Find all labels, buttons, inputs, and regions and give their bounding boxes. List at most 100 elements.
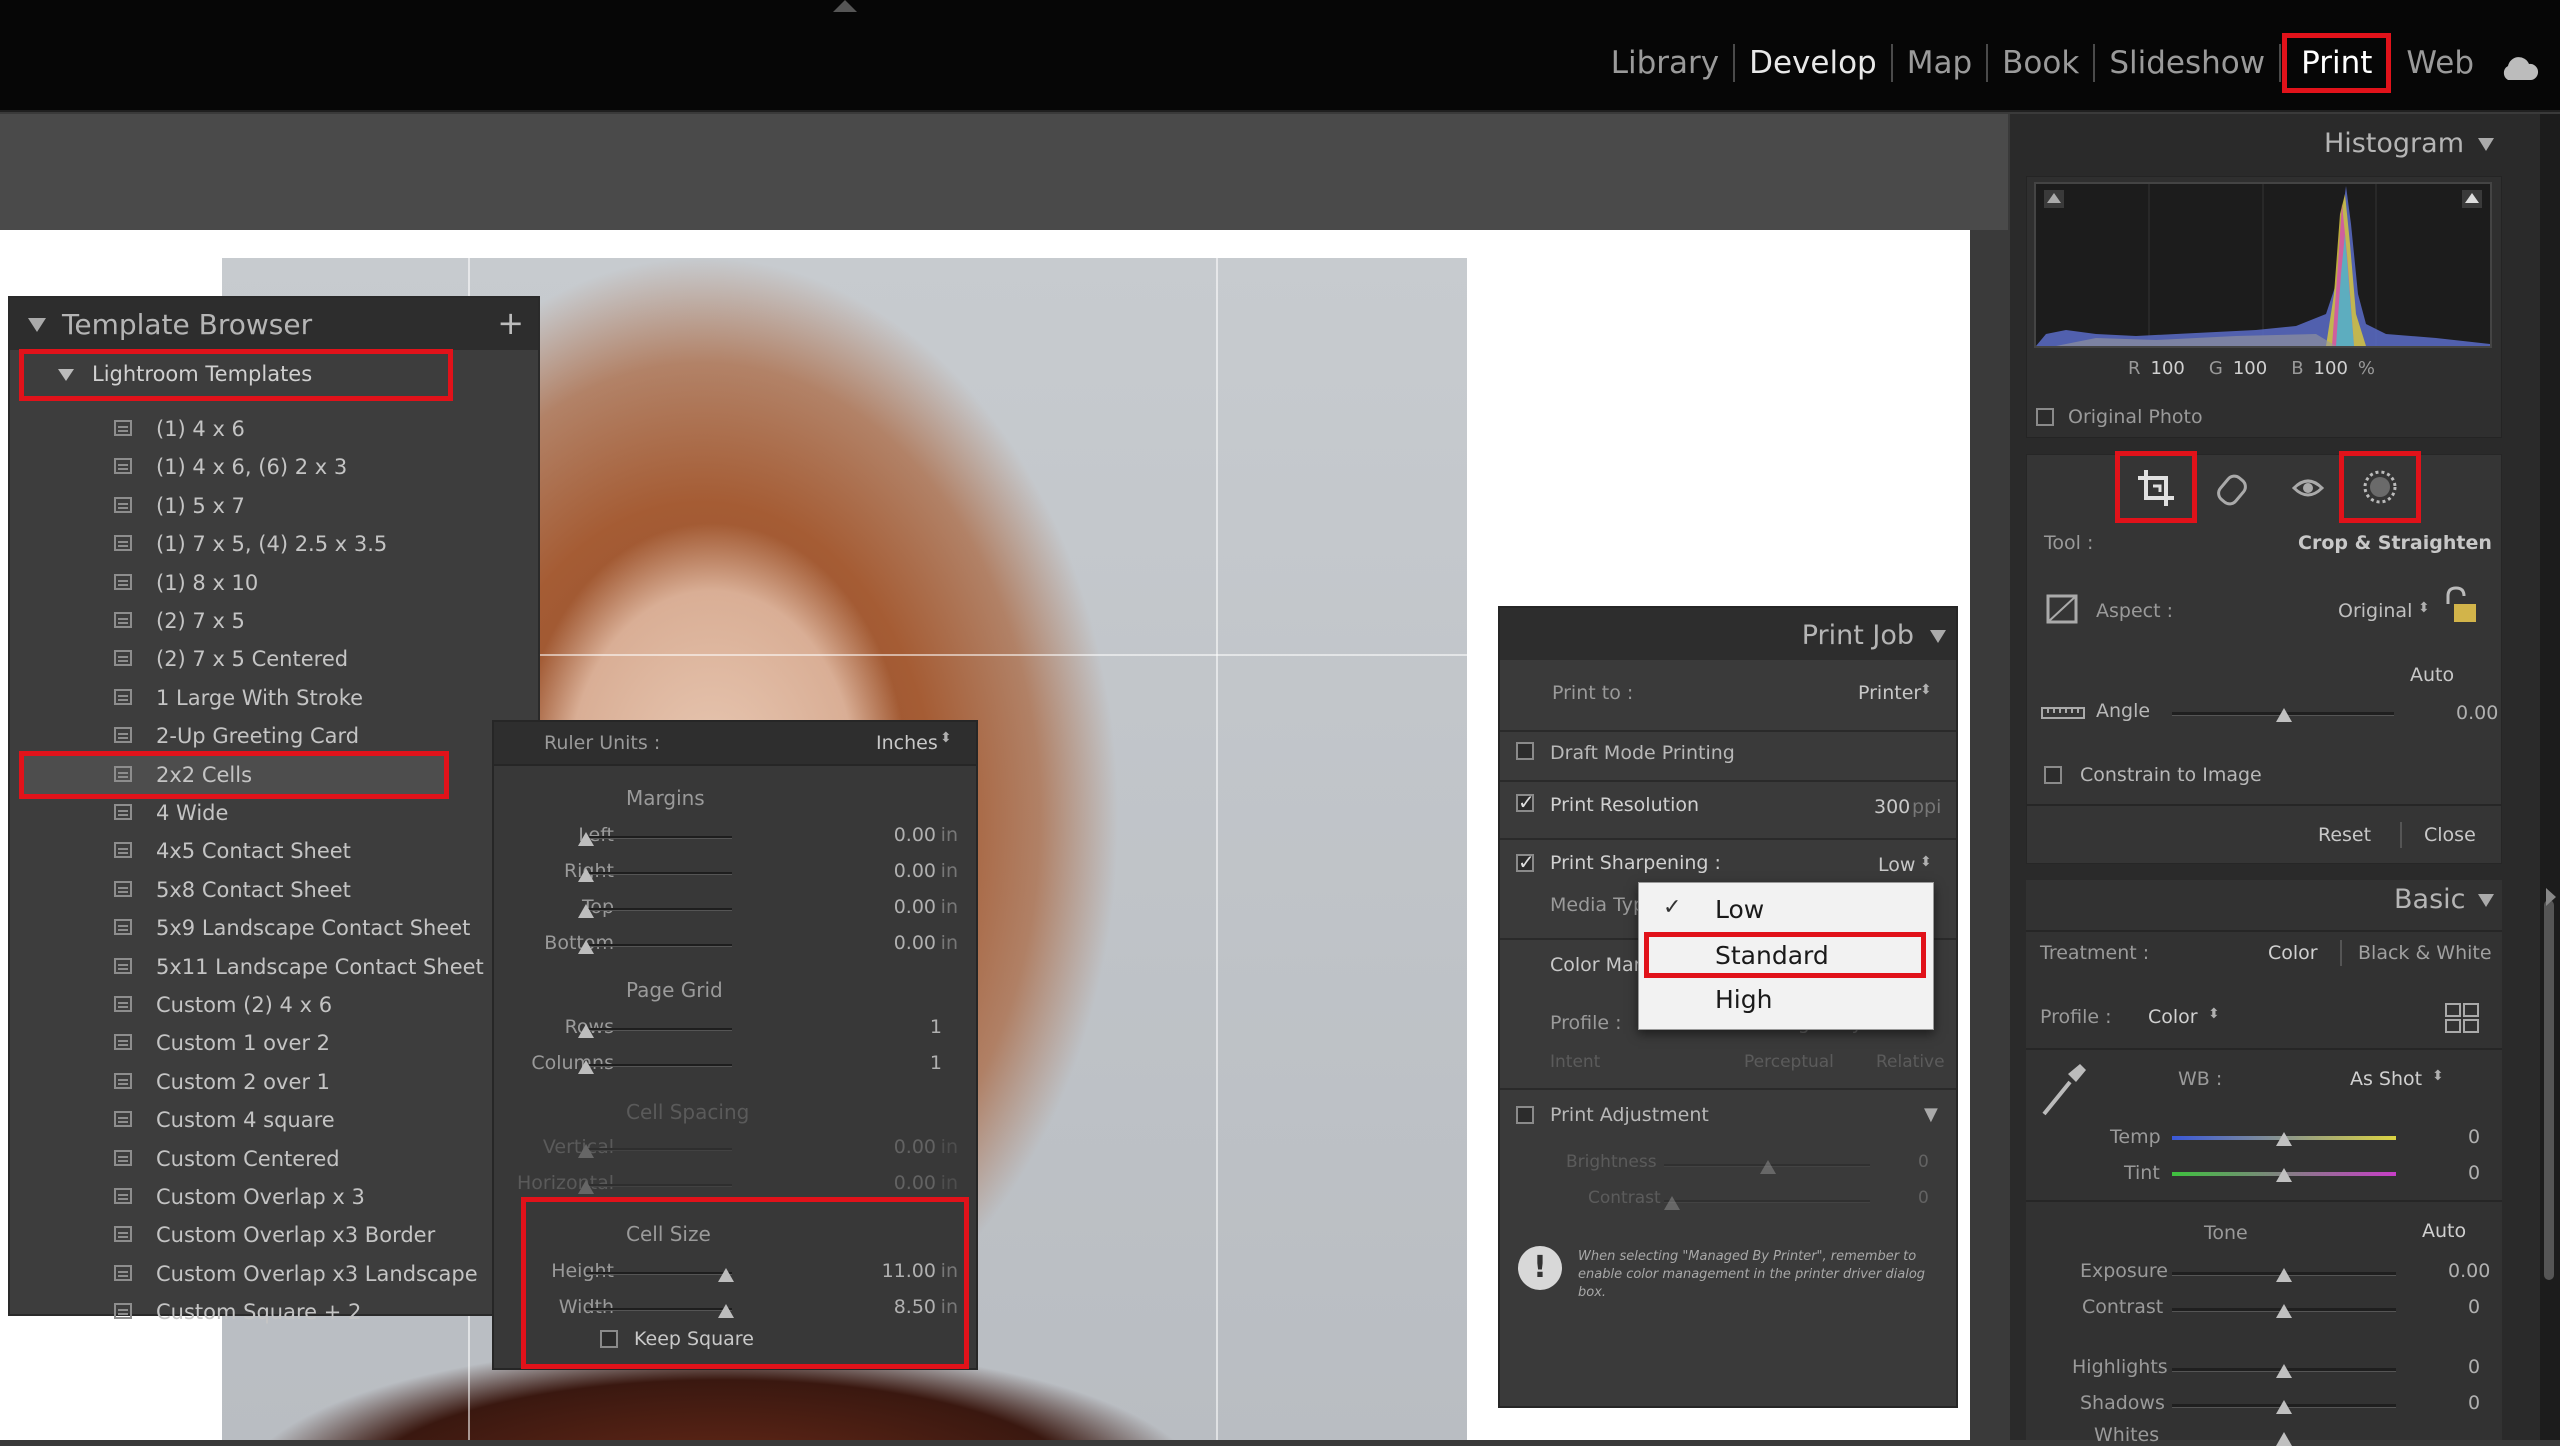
wb-eyedropper-icon[interactable] bbox=[2040, 1060, 2088, 1118]
contrast-knob[interactable] bbox=[1664, 1196, 1680, 1210]
margins-slider-knob[interactable] bbox=[578, 832, 594, 846]
intent-perceptual[interactable]: Perceptual bbox=[1744, 1052, 1834, 1072]
module-book[interactable]: Book bbox=[1988, 44, 2096, 82]
template-item[interactable]: (1) 8 x 10 bbox=[24, 564, 534, 602]
template-item[interactable]: 2-Up Greeting Card bbox=[24, 717, 534, 755]
cloud-sync-icon[interactable] bbox=[2498, 56, 2540, 82]
margins-slider[interactable] bbox=[586, 836, 732, 839]
original-photo-checkbox[interactable] bbox=[2036, 408, 2054, 426]
top-panel-toggle-arrow[interactable] bbox=[833, 0, 857, 12]
template-item[interactable]: 5x8 Contact Sheet bbox=[24, 871, 534, 909]
template-item[interactable]: 4x5 Contact Sheet bbox=[24, 832, 534, 870]
template-item[interactable]: 5x11 Landscape Contact Sheet bbox=[24, 948, 534, 986]
folder-expand-triangle-icon[interactable] bbox=[58, 369, 74, 381]
draft-mode-checkbox[interactable] bbox=[1516, 742, 1534, 760]
template-item[interactable]: Custom Overlap x 3 bbox=[24, 1178, 534, 1216]
margins-slider[interactable] bbox=[586, 944, 732, 947]
sharpening-select[interactable]: Low bbox=[1878, 854, 1915, 876]
print-resolution-checkbox[interactable] bbox=[1516, 790, 1535, 814]
margins-value[interactable]: 0.00 bbox=[894, 932, 936, 954]
margins-slider-knob[interactable] bbox=[578, 868, 594, 882]
auto-straighten-button[interactable]: Auto bbox=[2410, 664, 2454, 686]
tint-knob[interactable] bbox=[2276, 1168, 2292, 1182]
whites-knob[interactable] bbox=[2276, 1432, 2292, 1446]
dropdown-option-low[interactable]: ✓ Low bbox=[1639, 887, 1935, 931]
module-develop[interactable]: Develop bbox=[1735, 44, 1893, 82]
template-item[interactable]: (1) 7 x 5, (4) 2.5 x 3.5 bbox=[24, 525, 534, 563]
crop-overlay-tool-button[interactable] bbox=[2115, 451, 2197, 523]
template-item[interactable]: (2) 7 x 5 Centered bbox=[24, 640, 534, 678]
module-library[interactable]: Library bbox=[1597, 44, 1736, 82]
cell_size-value[interactable]: 8.50 bbox=[894, 1296, 936, 1318]
red-eye-tool-button[interactable] bbox=[2272, 456, 2344, 518]
template-item[interactable]: (1) 4 x 6, (6) 2 x 3 bbox=[24, 448, 534, 486]
print-sharpening-checkbox[interactable] bbox=[1516, 850, 1535, 874]
margins-value[interactable]: 0.00 bbox=[894, 824, 936, 846]
module-print[interactable]: Print bbox=[2282, 33, 2392, 93]
template-item[interactable]: Custom Square + 2 bbox=[24, 1293, 534, 1331]
keep-square-checkbox[interactable] bbox=[600, 1330, 618, 1348]
margins-slider-knob[interactable] bbox=[578, 940, 594, 954]
template-item[interactable]: 1 Large With Stroke bbox=[24, 679, 534, 717]
margins-value[interactable]: 0.00 bbox=[894, 860, 936, 882]
highlight-clipping-icon[interactable] bbox=[2462, 190, 2482, 208]
collapse-triangle-icon[interactable] bbox=[28, 318, 46, 332]
exposure-value[interactable]: 0.00 bbox=[2448, 1260, 2490, 1282]
spacing-slider[interactable] bbox=[586, 1184, 732, 1187]
grid-value[interactable]: 1 bbox=[930, 1016, 942, 1038]
cell_size-slider-knob[interactable] bbox=[718, 1268, 734, 1282]
straighten-ruler-icon[interactable] bbox=[2040, 700, 2086, 724]
collapse-triangle-icon[interactable] bbox=[2478, 894, 2494, 907]
shadows-value[interactable]: 0 bbox=[2468, 1392, 2480, 1414]
template-item[interactable]: Custom Overlap x3 Landscape bbox=[24, 1255, 534, 1293]
wb-select[interactable]: As Shot bbox=[2350, 1068, 2422, 1090]
tint-value[interactable]: 0 bbox=[2468, 1162, 2480, 1184]
histogram-header[interactable]: Histogram bbox=[2020, 114, 2502, 170]
template-browser-header[interactable]: Template Browser + bbox=[10, 298, 538, 350]
spacing-value[interactable]: 0.00 bbox=[894, 1172, 936, 1194]
angle-knob[interactable] bbox=[2276, 708, 2292, 722]
shadow-clipping-icon[interactable] bbox=[2044, 190, 2064, 208]
aspect-select[interactable]: Original bbox=[2338, 600, 2412, 622]
reset-button[interactable]: Reset bbox=[2318, 824, 2371, 846]
spacing-value[interactable]: 0.00 bbox=[894, 1136, 936, 1158]
module-map[interactable]: Map bbox=[1893, 44, 1989, 82]
template-item[interactable]: Custom 4 square bbox=[24, 1101, 534, 1139]
exposure-knob[interactable] bbox=[2276, 1268, 2292, 1282]
spacing-slider[interactable] bbox=[586, 1148, 732, 1151]
template-item[interactable]: (2) 7 x 5 bbox=[24, 602, 534, 640]
expand-triangle-icon[interactable]: ▼ bbox=[1924, 1104, 1938, 1125]
grid-value[interactable]: 1 bbox=[930, 1052, 942, 1074]
treatment-color-button[interactable]: Color bbox=[2268, 942, 2318, 964]
template-item[interactable]: Custom Centered bbox=[24, 1140, 534, 1178]
resolution-value[interactable]: 300 bbox=[1874, 796, 1910, 818]
print-to-select[interactable]: Printer bbox=[1858, 682, 1921, 704]
ruler-units-select[interactable]: Inches bbox=[876, 732, 938, 754]
margins-slider[interactable] bbox=[586, 872, 732, 875]
module-web[interactable]: Web bbox=[2392, 44, 2488, 82]
template-item[interactable]: Custom 2 over 1 bbox=[24, 1063, 534, 1101]
grid-slider-knob[interactable] bbox=[578, 1060, 594, 1074]
template-item[interactable]: (1) 5 x 7 bbox=[24, 487, 534, 525]
highlights-value[interactable]: 0 bbox=[2468, 1356, 2480, 1378]
template-item[interactable]: Custom 1 over 2 bbox=[24, 1024, 534, 1062]
spot-removal-tool-button[interactable] bbox=[2196, 456, 2268, 518]
aspect-lock-icon[interactable] bbox=[2440, 586, 2480, 626]
angle-value[interactable]: 0.00 bbox=[2456, 702, 2498, 724]
collapse-triangle-icon[interactable] bbox=[1930, 630, 1946, 643]
print-job-header[interactable]: Print Job bbox=[1500, 608, 1956, 660]
margins-slider[interactable] bbox=[586, 908, 732, 911]
profile-browser-grid-icon[interactable] bbox=[2444, 1002, 2480, 1034]
close-button[interactable]: Close bbox=[2424, 824, 2476, 846]
cell_size-slider-knob[interactable] bbox=[718, 1304, 734, 1318]
template-item[interactable]: 5x9 Landscape Contact Sheet bbox=[24, 909, 534, 947]
print-adjustment-checkbox[interactable] bbox=[1516, 1106, 1534, 1124]
cell_size-value[interactable]: 11.00 bbox=[882, 1260, 936, 1282]
shadows-knob[interactable] bbox=[2276, 1400, 2292, 1414]
contrast-value[interactable]: 0 bbox=[2468, 1296, 2480, 1318]
dropdown-option-high[interactable]: High bbox=[1639, 977, 1935, 1021]
intent-relative[interactable]: Relative bbox=[1876, 1052, 1945, 1072]
tone-auto-button[interactable]: Auto bbox=[2422, 1220, 2466, 1242]
highlights-knob[interactable] bbox=[2276, 1364, 2292, 1378]
contrast-knob[interactable] bbox=[2276, 1304, 2292, 1318]
